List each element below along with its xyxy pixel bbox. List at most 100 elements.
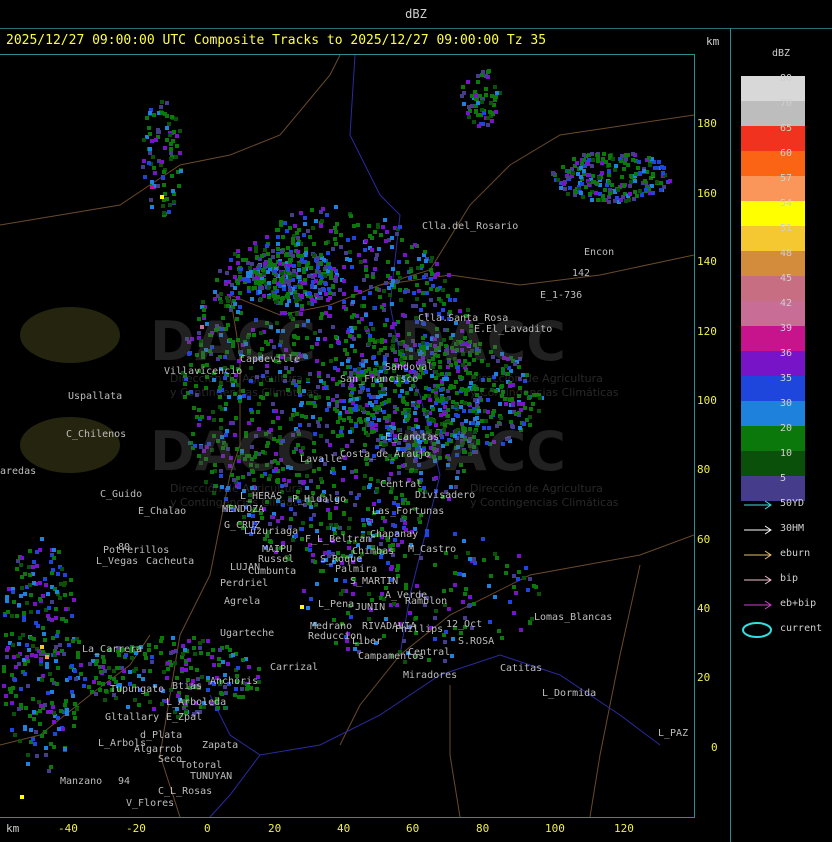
x-tick-label: 100	[545, 822, 565, 835]
y-tick-label: 40	[697, 602, 711, 615]
city-label: Villavicencio	[164, 366, 243, 377]
city-label: Phillips	[395, 624, 444, 635]
city-label: Miradores	[403, 670, 458, 681]
city-label: E_Canotas	[385, 432, 440, 443]
legend-level-label: 36	[780, 348, 793, 359]
city-label: Luzuriaga	[244, 526, 299, 537]
composite-header: 2025/12/27 09:00:00 UTC Composite Tracks…	[6, 33, 547, 48]
legend-swatch	[741, 401, 805, 426]
city-label: JUNIN	[355, 602, 386, 613]
city-label: Cacheuta	[146, 556, 195, 567]
legend-swatch	[741, 76, 805, 101]
city-label: Uspallata	[68, 391, 123, 402]
legend-track-label: current	[780, 623, 823, 634]
city-label: San_Francisco	[340, 374, 419, 385]
legend-swatch	[741, 126, 805, 151]
city-label: Encon	[584, 247, 615, 258]
city-label: M_Castro	[408, 544, 457, 555]
legend-swatch	[741, 251, 805, 276]
axis-unit-top: km	[706, 35, 720, 48]
legend-level-label: 80	[780, 73, 793, 84]
y-tick-label: 0	[711, 741, 718, 754]
city-label: 80	[118, 542, 131, 553]
city-label: F_L_Beltran	[305, 534, 372, 545]
legend-swatch	[741, 201, 805, 226]
legend-level-label: 57	[780, 173, 793, 184]
legend-track-label: eb+bip	[780, 598, 817, 609]
city-label: L_Dormida	[542, 688, 597, 699]
city-label: 94	[118, 776, 131, 787]
city-label: V_Flores	[126, 798, 175, 809]
legend-title: dBZ	[772, 48, 791, 59]
legend-track-label: 30HM	[780, 523, 805, 534]
track-arrow-icon	[744, 500, 772, 510]
city-label: Costa_de_Araujo	[340, 449, 431, 460]
y-tick-label: 20	[697, 671, 711, 684]
x-tick-label: -40	[58, 822, 78, 835]
legend-track-item: eburn	[742, 548, 832, 562]
y-tick-label: 160	[697, 187, 717, 200]
city-label: L_Pena	[318, 599, 355, 610]
city-label: Cumbunta	[248, 566, 297, 577]
city-label: Liber	[352, 636, 383, 647]
x-tick-label: 80	[476, 822, 490, 835]
city-label: E_1-736	[540, 290, 583, 301]
city-label: Ramblon	[405, 596, 448, 607]
legend-level-label: 42	[780, 298, 793, 309]
y-tick-label: 80	[697, 463, 711, 476]
x-tick-label: 120	[614, 822, 634, 835]
legend-level-label: 30	[780, 398, 793, 409]
legend-level-label: 10	[780, 448, 793, 459]
city-label: Tupungato	[110, 684, 165, 695]
city-label: E_Zpal	[166, 712, 203, 723]
city-label: L_Arboleda	[166, 697, 227, 708]
legend-level-label: 45	[780, 273, 793, 284]
legend-swatch	[741, 151, 805, 176]
city-labels: Clla.del_Rosario Encon E_1-736 142 Clla.Sant…	[0, 54, 694, 816]
legend-level-label: 70	[780, 98, 793, 109]
city-label: C_Guido	[100, 489, 143, 500]
x-tick-label: 40	[337, 822, 351, 835]
city-label: Potrerillos	[103, 545, 170, 556]
city-label: P_Hidalgo	[292, 494, 347, 505]
window-title: dBZ	[0, 0, 832, 29]
legend-level-label: 48	[780, 248, 793, 259]
city-label: 12_Oct	[446, 619, 483, 630]
city-label: d_Plata	[140, 730, 183, 741]
y-axis: 180 160 140 120 100 80 60 40 20 0	[695, 54, 729, 816]
x-tick-label: 60	[406, 822, 420, 835]
city-label: S.ROSA	[458, 636, 495, 647]
y-tick-label: 100	[697, 394, 717, 407]
legend-level-label: 5	[780, 473, 787, 484]
city-label: L_PAZ	[658, 728, 689, 739]
city-label: Russel	[258, 554, 295, 565]
x-tick-label: 20	[268, 822, 282, 835]
city-label: Lavalle	[300, 454, 343, 465]
city-label: S_MARTIN	[350, 576, 399, 587]
track-arrow-icon	[744, 525, 772, 535]
city-label: La_Carrera	[82, 644, 143, 655]
legend-swatch	[741, 176, 805, 201]
city-label: Capdeville	[240, 354, 301, 365]
legend-swatch	[741, 351, 805, 376]
x-tick-label: 0	[204, 822, 211, 835]
city-label: Totoral	[180, 760, 223, 771]
city-label: MENDOZA	[222, 504, 265, 515]
legend-level-label: 35	[780, 373, 793, 384]
legend-level-label: 20	[780, 423, 793, 434]
city-label: C_Chilenos	[66, 429, 127, 440]
city-label: aredas	[0, 466, 37, 477]
city-label: Btias	[172, 681, 203, 692]
city-label: Seco	[158, 754, 183, 765]
y-tick-label: 60	[697, 533, 711, 546]
legend-swatch	[741, 301, 805, 326]
legend-track-label: 50YD	[780, 498, 805, 509]
legend-track-item: current	[742, 622, 832, 638]
city-label: TUNUYAN	[190, 771, 233, 782]
city-label: Lomas_Blancas	[534, 612, 613, 623]
current-ellipse-icon	[742, 622, 772, 638]
legend-level-label: 39	[780, 323, 793, 334]
legend-level-label: 60	[780, 148, 793, 159]
city-label: Medrano	[310, 621, 353, 632]
legend-swatch	[741, 276, 805, 301]
